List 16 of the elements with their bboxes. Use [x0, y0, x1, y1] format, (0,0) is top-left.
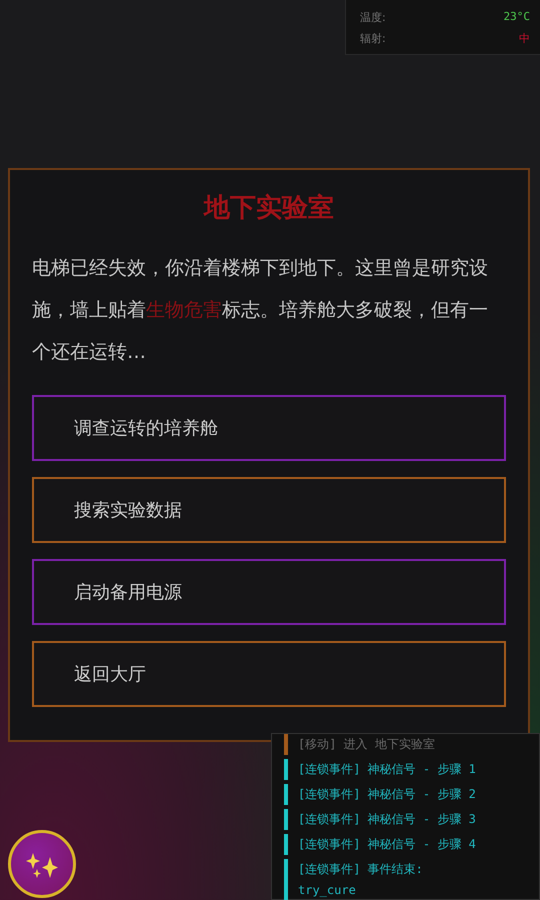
log-entry: [连锁事件] 神秘信号 - 步骤 1	[298, 761, 476, 778]
log-entry: [连锁事件] 神秘信号 - 步骤 4	[298, 836, 476, 853]
choice-button[interactable]: 返回大厅	[32, 641, 506, 707]
log-entry: [连锁事件] 事件结束: try_cure	[298, 861, 423, 899]
status-label: 辐射:	[360, 31, 386, 46]
log-entry: [连锁事件] 神秘信号 - 步骤 3	[298, 811, 476, 828]
choice-button[interactable]: 启动备用电源	[32, 559, 506, 625]
status-value: 23°C	[504, 10, 530, 25]
log-entry: [移动] 进入 地下实验室	[298, 736, 435, 753]
scene-title: 地下实验室	[202, 192, 335, 225]
choice-button[interactable]: 调查运转的培养舱	[32, 395, 506, 461]
status-value: 中	[519, 31, 530, 46]
log-entry: [连锁事件] 神秘信号 - 步骤 2	[298, 786, 476, 803]
choice-button[interactable]: 搜索实验数据	[32, 477, 506, 543]
scene-description: 电梯已经失效，你沿着楼梯下到地下。这里曾是研究设施，墙上贴着生物危害标志。培养舱大多破裂，但有一个还在运转…	[32, 256, 489, 365]
status-label: 温度:	[360, 10, 386, 25]
